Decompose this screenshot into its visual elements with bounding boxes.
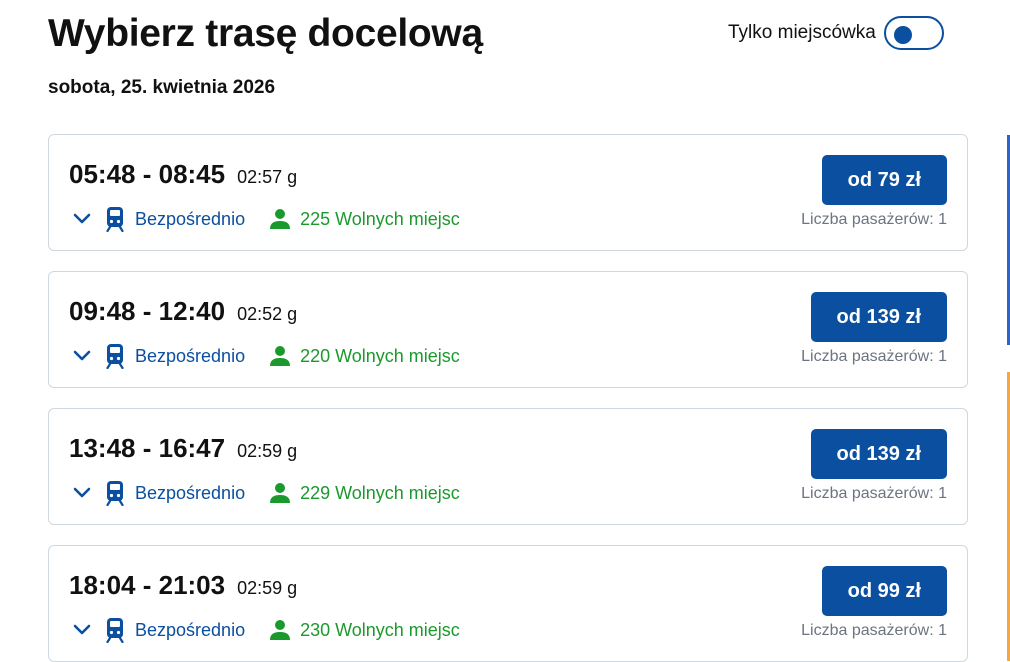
departure-arrival-time: 09:48 - 12:40 — [69, 296, 226, 326]
person-icon — [270, 209, 291, 229]
connection-details: Bezpośrednio 230 Wolnych miejsc — [73, 617, 460, 643]
train-icon — [106, 344, 124, 369]
price-button[interactable]: od 139 zł — [810, 429, 947, 479]
chevron-down-icon[interactable] — [73, 350, 91, 362]
person-icon — [270, 620, 291, 640]
connection-card[interactable]: 13:48 - 16:47 02:59 g Bezpośrednio 229 Wo… — [48, 408, 968, 525]
available-seats: 220 Wolnych miejsc — [300, 345, 460, 366]
page-title: Wybierz trasę docelową — [48, 12, 483, 55]
travel-duration: 02:57 g — [237, 167, 298, 187]
route-type[interactable]: Bezpośrednio — [135, 209, 245, 230]
connection-card[interactable]: 18:04 - 21:03 02:59 g Bezpośrednio 230 Wo… — [48, 545, 968, 662]
available-seats: 229 Wolnych miejsc — [300, 482, 460, 503]
connection-times: 09:48 - 12:40 02:52 g — [69, 296, 297, 327]
route-type[interactable]: Bezpośrednio — [135, 346, 245, 367]
passenger-count: Liczba pasażerów: 1 — [801, 622, 947, 639]
connection-details: Bezpośrednio 225 Wolnych miejsc — [73, 206, 460, 232]
passenger-count: Liczba pasażerów: 1 — [801, 485, 947, 502]
departure-arrival-time: 13:48 - 16:47 — [69, 433, 226, 463]
train-icon — [106, 207, 124, 232]
connection-card[interactable]: 09:48 - 12:40 02:52 g Bezpośrednio 220 Wo… — [48, 271, 968, 388]
price-button[interactable]: od 99 zł — [821, 566, 947, 616]
connection-times: 18:04 - 21:03 02:59 g — [69, 570, 297, 601]
passenger-count: Liczba pasażerów: 1 — [801, 348, 947, 365]
travel-date: sobota, 25. kwietnia 2026 — [48, 77, 276, 98]
person-icon — [270, 346, 291, 366]
person-icon — [270, 483, 291, 503]
connection-details: Bezpośrednio 229 Wolnych miejsc — [73, 480, 460, 506]
price-button[interactable]: od 139 zł — [810, 292, 947, 342]
available-seats: 225 Wolnych miejsc — [300, 208, 460, 229]
route-type[interactable]: Bezpośrednio — [135, 483, 245, 504]
departure-arrival-time: 05:48 - 08:45 — [69, 159, 226, 189]
available-seats: 230 Wolnych miejsc — [300, 619, 460, 640]
connection-times: 13:48 - 16:47 02:59 g — [69, 433, 297, 464]
connection-details: Bezpośrednio 220 Wolnych miejsc — [73, 343, 460, 369]
train-icon — [106, 481, 124, 506]
seat-reservation-toggle-group: Tylko miejscówka — [728, 16, 944, 50]
connection-times: 05:48 - 08:45 02:57 g — [69, 159, 297, 190]
departure-arrival-time: 18:04 - 21:03 — [69, 570, 226, 600]
chevron-down-icon[interactable] — [73, 624, 91, 636]
seat-reservation-toggle[interactable] — [883, 16, 944, 50]
route-type[interactable]: Bezpośrednio — [135, 620, 245, 641]
connection-card[interactable]: 05:48 - 08:45 02:57 g Bezpośrednio 225 Wo… — [48, 134, 968, 251]
chevron-down-icon[interactable] — [73, 487, 91, 499]
price-button[interactable]: od 79 zł — [821, 155, 947, 205]
travel-duration: 02:52 g — [237, 304, 298, 324]
chevron-down-icon[interactable] — [73, 213, 91, 225]
travel-duration: 02:59 g — [237, 441, 298, 461]
travel-duration: 02:59 g — [237, 578, 298, 598]
passenger-count: Liczba pasażerów: 1 — [801, 211, 947, 228]
seat-reservation-toggle-label: Tylko miejscówka — [728, 22, 876, 43]
train-icon — [106, 618, 124, 643]
toggle-knob — [893, 26, 912, 44]
